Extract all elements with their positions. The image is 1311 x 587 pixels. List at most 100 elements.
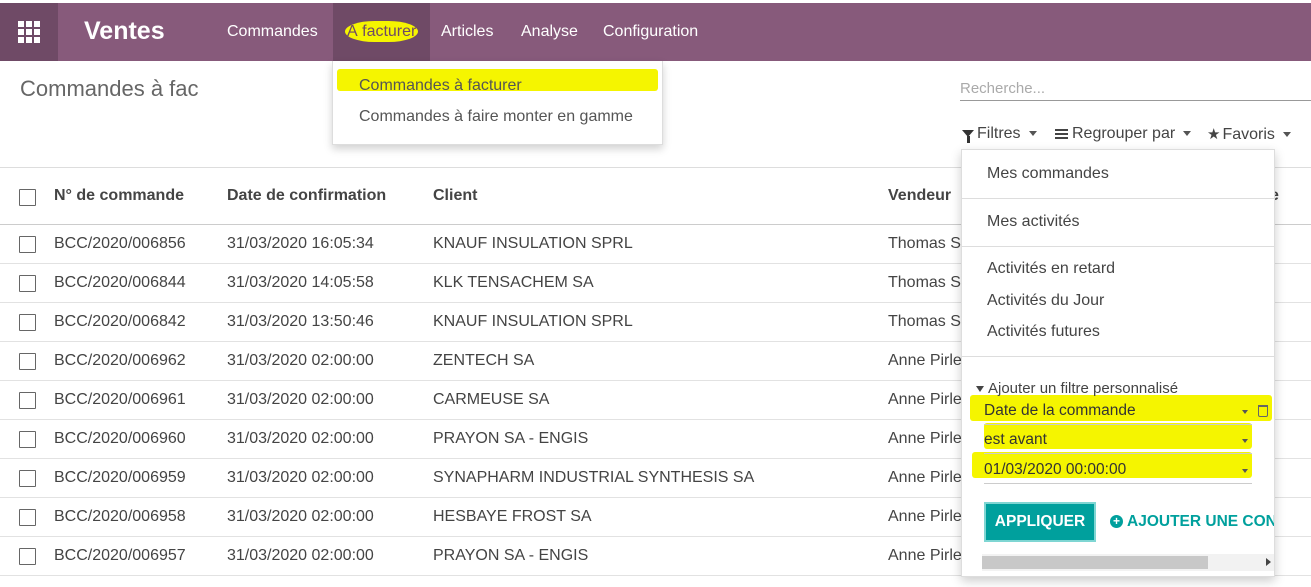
cell-client: HESBAYE FROST SA <box>433 508 592 525</box>
add-custom-filter-toggle[interactable]: Ajouter un filtre personnalisé <box>976 380 1178 397</box>
cell-confirmation-date: 31/03/2020 16:05:34 <box>227 235 374 252</box>
cell-seller: Thomas S <box>888 313 961 330</box>
add-condition-label: AJOUTER UNE CONI <box>1127 513 1275 530</box>
cell-order-number: BCC/2020/006961 <box>54 391 186 408</box>
row-checkbox[interactable] <box>19 509 36 526</box>
row-checkbox[interactable] <box>19 236 36 253</box>
cell-order-number: BCC/2020/006957 <box>54 547 186 564</box>
custom-filter-label: Ajouter un filtre personnalisé <box>988 380 1179 397</box>
favorites-button[interactable]: ★ Favoris <box>1207 125 1291 144</box>
nav-item-commandes[interactable]: Commandes <box>227 3 318 61</box>
group-by-button[interactable]: Regrouper par <box>1055 125 1192 143</box>
search-input[interactable] <box>960 71 1311 101</box>
grid-icon <box>18 21 40 43</box>
date-value: 01/03/2020 00:00:00 <box>984 461 1127 478</box>
cell-confirmation-date: 31/03/2020 02:00:00 <box>227 430 374 447</box>
trash-icon[interactable] <box>1258 405 1268 417</box>
list-icon <box>1055 127 1068 141</box>
horizontal-scrollbar[interactable] <box>982 554 1274 571</box>
col-confirmation-date[interactable]: Date de confirmation <box>227 187 386 205</box>
caret-down-icon <box>1282 132 1291 138</box>
row-checkbox[interactable] <box>19 314 36 331</box>
scrollbar-thumb[interactable] <box>982 556 1208 569</box>
nav-item-configuration[interactable]: Configuration <box>603 3 698 61</box>
divider <box>962 356 1274 357</box>
cell-seller: Anne Pirle <box>888 547 962 564</box>
cell-confirmation-date: 31/03/2020 02:00:00 <box>227 391 374 408</box>
filter-icon <box>962 130 974 144</box>
cell-order-number: BCC/2020/006856 <box>54 235 186 252</box>
nav-item-analyse[interactable]: Analyse <box>521 3 578 61</box>
custom-filter-value-input[interactable]: 01/03/2020 00:00:00 <box>972 452 1252 484</box>
apply-filter-button[interactable]: APPLIQUER <box>984 502 1096 542</box>
caret-down-icon <box>1183 131 1192 137</box>
cell-confirmation-date: 31/03/2020 13:50:46 <box>227 313 374 330</box>
row-checkbox[interactable] <box>19 392 36 409</box>
plus-circle-icon: + <box>1110 515 1123 528</box>
cell-order-number: BCC/2020/006842 <box>54 313 186 330</box>
caret-down-icon <box>1242 469 1248 473</box>
col-client[interactable]: Client <box>433 187 477 205</box>
dropdown-item-commandes-a-facturer[interactable]: Commandes à facturer <box>359 77 522 95</box>
cell-client: ZENTECH SA <box>433 352 535 369</box>
cell-order-number: BCC/2020/006844 <box>54 274 186 291</box>
cell-seller: Thomas S <box>888 274 961 291</box>
cell-client: KNAUF INSULATION SPRL <box>433 313 633 330</box>
field-value: Date de la commande <box>984 402 1136 419</box>
select-all-checkbox[interactable] <box>19 189 36 206</box>
cell-confirmation-date: 31/03/2020 02:00:00 <box>227 547 374 564</box>
filter-my-activities[interactable]: Mes activités <box>987 213 1079 231</box>
custom-filter-field-select[interactable]: Date de la commande <box>970 395 1272 425</box>
cell-client: KNAUF INSULATION SPRL <box>433 235 633 252</box>
row-checkbox[interactable] <box>19 470 36 487</box>
cell-seller: Anne Pirle <box>888 391 962 408</box>
cell-seller: Anne Pirle <box>888 469 962 486</box>
cell-client: PRAYON SA - ENGIS <box>433 430 589 447</box>
cell-client: CARMEUSE SA <box>433 391 550 408</box>
favorites-label: Favoris <box>1222 126 1275 143</box>
apps-menu-button[interactable] <box>0 3 58 61</box>
filter-today-activities[interactable]: Activités du Jour <box>987 292 1104 310</box>
col-order-number[interactable]: N° de commande <box>54 187 184 205</box>
operator-value: est avant <box>984 431 1047 448</box>
col-seller[interactable]: Vendeur <box>888 187 951 205</box>
scroll-right-arrow-icon[interactable] <box>1266 558 1271 566</box>
filters-label: Filtres <box>977 125 1021 142</box>
row-checkbox[interactable] <box>19 431 36 448</box>
nav-item-articles[interactable]: Articles <box>441 3 493 61</box>
filters-button[interactable]: Filtres <box>962 125 1037 144</box>
cell-confirmation-date: 31/03/2020 02:00:00 <box>227 352 374 369</box>
nav-item-label: À facturer <box>345 21 419 42</box>
filter-my-orders[interactable]: Mes commandes <box>987 165 1109 183</box>
group-by-label: Regrouper par <box>1072 125 1176 142</box>
cell-order-number: BCC/2020/006962 <box>54 352 186 369</box>
cell-order-number: BCC/2020/006958 <box>54 508 186 525</box>
filters-dropdown: Mes commandes Mes activités Activités en… <box>961 149 1275 577</box>
add-condition-button[interactable]: + AJOUTER UNE CONI <box>1110 513 1275 531</box>
cell-confirmation-date: 31/03/2020 02:00:00 <box>227 508 374 525</box>
cell-order-number: BCC/2020/006959 <box>54 469 186 486</box>
dropdown-item-commandes-upsell[interactable]: Commandes à faire monter en gamme <box>359 108 633 126</box>
cell-seller: Anne Pirle <box>888 508 962 525</box>
caret-down-icon <box>1242 410 1248 414</box>
cell-seller: Anne Pirle <box>888 430 962 447</box>
caret-down-icon <box>976 386 984 393</box>
row-checkbox[interactable] <box>19 275 36 292</box>
cell-seller: Thomas S <box>888 235 961 252</box>
app-title: Ventes <box>84 17 165 45</box>
cell-order-number: BCC/2020/006960 <box>54 430 186 447</box>
divider <box>962 246 1274 247</box>
cell-confirmation-date: 31/03/2020 02:00:00 <box>227 469 374 486</box>
divider <box>962 198 1274 199</box>
filter-future-activities[interactable]: Activités futures <box>987 323 1100 341</box>
nav-item-a-facturer[interactable]: À facturer <box>333 3 431 61</box>
filter-late-activities[interactable]: Activités en retard <box>987 260 1115 278</box>
row-checkbox[interactable] <box>19 548 36 565</box>
row-checkbox[interactable] <box>19 353 36 370</box>
custom-filter-operator-select[interactable]: est avant <box>984 423 1252 454</box>
star-icon: ★ <box>1207 126 1221 143</box>
cell-client: KLK TENSACHEM SA <box>433 274 594 291</box>
cell-client: SYNAPHARM INDUSTRIAL SYNTHESIS SA <box>433 469 755 486</box>
caret-down-icon <box>1028 131 1037 137</box>
a-facturer-dropdown: Commandes à facturer Commandes à faire m… <box>332 61 663 145</box>
